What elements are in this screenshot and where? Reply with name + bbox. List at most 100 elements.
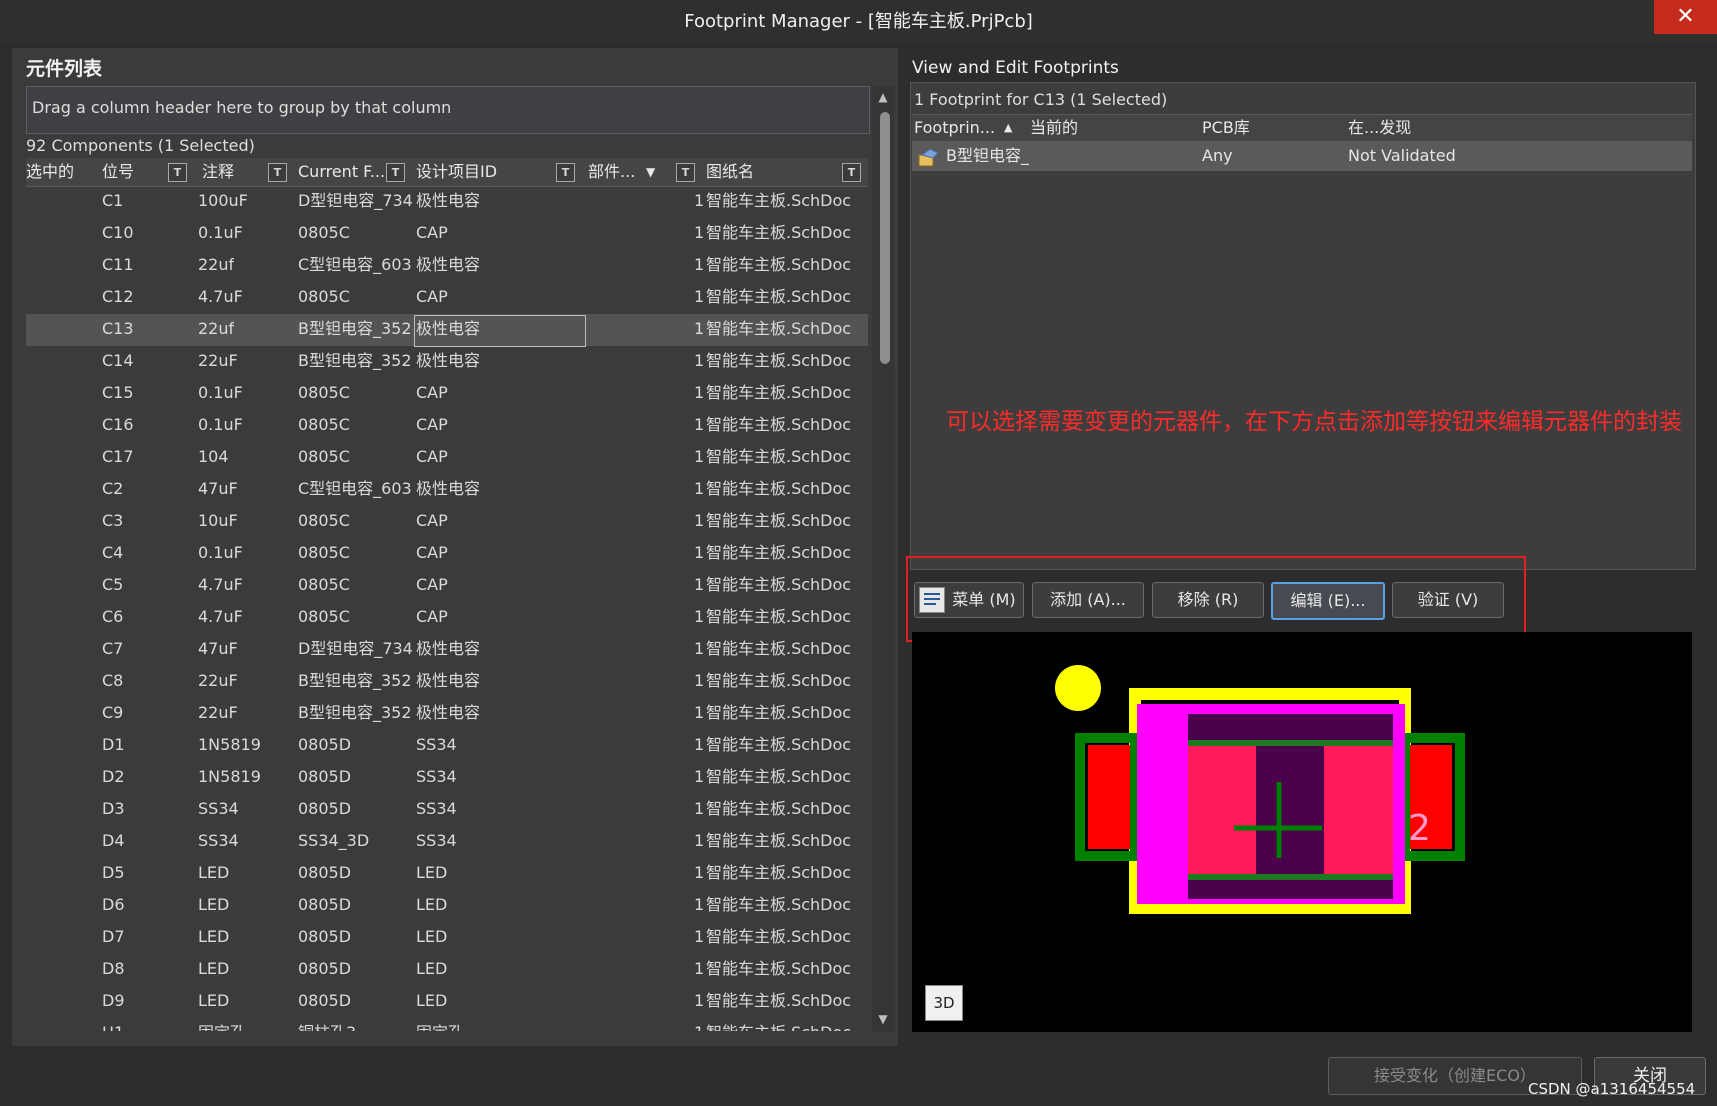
table-row[interactable]: C14 22uF B型钽电容_352 极性电容 1 智能车主板.SchDoc [26, 346, 868, 378]
table-row[interactable]: C17 104 0805C CAP 1 智能车主板.SchDoc [26, 442, 868, 474]
filter-icon[interactable]: T [168, 163, 187, 182]
cell-part: 1 [694, 255, 705, 274]
table-row[interactable]: D4 SS34 SS34_3D SS34 1 智能车主板.SchDoc [26, 826, 868, 858]
cell-comment: SS34 [198, 799, 239, 818]
table-row[interactable]: D5 LED 0805D LED 1 智能车主板.SchDoc [26, 858, 868, 890]
cell-design-item-id: SS34 [416, 831, 457, 850]
sort-desc-icon[interactable]: ▼ [646, 158, 655, 186]
footprint-preview[interactable]: 2 [912, 632, 1692, 1032]
cell-part: 1 [694, 479, 705, 498]
table-row[interactable]: C5 4.7uF 0805C CAP 1 智能车主板.SchDoc [26, 570, 868, 602]
table-row[interactable]: C15 0.1uF 0805C CAP 1 智能车主板.SchDoc [26, 378, 868, 410]
table-row[interactable]: C1 100uF D型钽电容_734 极性电容 1 智能车主板.SchDoc [26, 186, 868, 218]
col-selected[interactable]: 选中的 [26, 158, 74, 186]
edit-button[interactable]: 编辑 (E)... [1271, 582, 1385, 620]
cell-sheet: 智能车主板.SchDoc [706, 607, 852, 626]
menu-button-label: 菜单 (M) [952, 590, 1016, 609]
cell-designator: C7 [102, 639, 124, 658]
cell-design-item-id: 极性电容 [416, 639, 481, 658]
table-row[interactable]: C10 0.1uF 0805C CAP 1 智能车主板.SchDoc [26, 218, 868, 250]
sort-asc-icon[interactable]: ▲ [1004, 115, 1012, 141]
filter-icon[interactable]: T [556, 163, 575, 182]
table-row[interactable]: D8 LED 0805D LED 1 智能车主板.SchDoc [26, 954, 868, 986]
add-button[interactable]: 添加 (A)... [1032, 582, 1144, 618]
pad-2 [1324, 745, 1393, 875]
cell-comment: 0.1uF [198, 383, 243, 402]
cell-sheet: 智能车主板.SchDoc [706, 863, 852, 882]
cell-sheet: 智能车主板.SchDoc [706, 319, 852, 338]
cell-part: 1 [694, 447, 705, 466]
col-current-footprint[interactable]: Current F... [298, 158, 385, 186]
cell-design-item-id: CAP [416, 383, 448, 402]
table-row[interactable]: C7 47uF D型钽电容_734 极性电容 1 智能车主板.SchDoc [26, 634, 868, 666]
cell-footprint: 0805D [298, 895, 352, 914]
footprint-row[interactable]: B型钽电容_ Any Not Validated [912, 141, 1692, 171]
table-row[interactable]: D7 LED 0805D LED 1 智能车主板.SchDoc [26, 922, 868, 954]
cell-footprint: 铜柱孔3 [298, 1018, 414, 1031]
filter-icon[interactable]: T [842, 163, 861, 182]
filter-icon[interactable]: T [676, 163, 695, 182]
cell-design-item-id: CAP [416, 543, 448, 562]
scroll-up-icon[interactable]: ▲ [872, 86, 894, 108]
cell-comment: 47uF [198, 479, 238, 498]
filter-icon[interactable]: T [268, 163, 287, 182]
col-pcb-library[interactable]: PCB库 [1202, 115, 1250, 141]
cell-footprint: D型钽电容_734 [298, 191, 413, 210]
filter-icon[interactable]: T [386, 163, 405, 182]
cell-design-item-id: LED [416, 959, 448, 978]
cell-designator: C8 [102, 671, 124, 690]
scroll-down-icon[interactable]: ▼ [872, 1008, 894, 1030]
table-row[interactable]: C8 22uF B型钽电容_352 极性电容 1 智能车主板.SchDoc [26, 666, 868, 698]
close-icon[interactable]: ✕ [1654, 0, 1717, 34]
table-row[interactable]: D2 1N5819 0805D SS34 1 智能车主板.SchDoc [26, 762, 868, 794]
scrollbar-thumb[interactable] [880, 112, 890, 364]
table-row[interactable]: C4 0.1uF 0805C CAP 1 智能车主板.SchDoc [26, 538, 868, 570]
cell-design-item-id: LED [416, 927, 448, 946]
footprint-name: B型钽电容_ [946, 146, 1029, 165]
table-row[interactable]: C9 22uF B型钽电容_352 极性电容 1 智能车主板.SchDoc [26, 698, 868, 730]
table-row[interactable]: D6 LED 0805D LED 1 智能车主板.SchDoc [26, 890, 868, 922]
table-row[interactable]: C2 47uF C型钽电容_603 极性电容 1 智能车主板.SchDoc [26, 474, 868, 506]
table-row[interactable]: C3 10uF 0805C CAP 1 智能车主板.SchDoc [26, 506, 868, 538]
menu-button[interactable]: 菜单 (M) [914, 582, 1024, 618]
cell-comment: LED [198, 991, 230, 1010]
col-design-item-id[interactable]: 设计项目ID [416, 158, 497, 186]
cell-comment: 22uF [198, 351, 238, 370]
table-row[interactable]: C16 0.1uF 0805C CAP 1 智能车主板.SchDoc [26, 410, 868, 442]
table-row[interactable]: D3 SS34 0805D SS34 1 智能车主板.SchDoc [26, 794, 868, 826]
col-current[interactable]: 当前的 [1030, 115, 1078, 141]
view-3d-button[interactable]: 3D [925, 985, 963, 1021]
cell-part: 1 [694, 703, 705, 722]
cell-comment: 47uF [198, 639, 238, 658]
cell-designator: C3 [102, 511, 124, 530]
cell-comment: 1N5819 [198, 735, 261, 754]
remove-button[interactable]: 移除 (R) [1152, 582, 1264, 618]
table-row[interactable]: C12 4.7uF 0805C CAP 1 智能车主板.SchDoc [26, 282, 868, 314]
cell-footprint: 0805D [298, 767, 352, 786]
cell-comment: LED [198, 959, 230, 978]
cell-sheet: 智能车主板.SchDoc [706, 255, 852, 274]
col-footprint[interactable]: Footprin... [914, 115, 995, 141]
validate-button[interactable]: 验证 (V) [1392, 582, 1504, 618]
table-row[interactable]: C11 22uf C型钽电容_603 极性电容 1 智能车主板.SchDoc [26, 250, 868, 282]
cell-sheet: 智能车主板.SchDoc [706, 191, 852, 210]
cell-sheet: 智能车主板.SchDoc [706, 511, 852, 530]
cell-sheet: 智能车主板.SchDoc [706, 799, 852, 818]
col-designator[interactable]: 位号 [102, 158, 134, 186]
cell-footprint: 0805C [298, 607, 350, 626]
table-row[interactable]: D9 LED 0805D LED 1 智能车主板.SchDoc [26, 986, 868, 1018]
col-part[interactable]: 部件... [588, 158, 635, 186]
col-found-in[interactable]: 在...发现 [1348, 115, 1411, 141]
cell-designator: C15 [102, 383, 134, 402]
table-row[interactable]: C6 4.7uF 0805C CAP 1 智能车主板.SchDoc [26, 602, 868, 634]
cell-designator: D1 [102, 735, 125, 754]
cell-footprint: 0805C [298, 383, 350, 402]
col-comment[interactable]: 注释 [202, 158, 234, 186]
cell-designator: C12 [102, 287, 134, 306]
table-row[interactable]: H1固定孔铜柱孔3固定孔1智能车主板.SchDoc [26, 1018, 868, 1031]
col-sheet-name[interactable]: 图纸名 [706, 158, 754, 186]
table-row[interactable]: D1 1N5819 0805D SS34 1 智能车主板.SchDoc [26, 730, 868, 762]
annotation-text: 可以选择需要变更的元器件，在下方点击添加等按钮来编辑元器件的封装 [946, 409, 1682, 435]
cell-comment: 4.7uF [198, 575, 243, 594]
cell-comment: 22uf [198, 319, 235, 338]
